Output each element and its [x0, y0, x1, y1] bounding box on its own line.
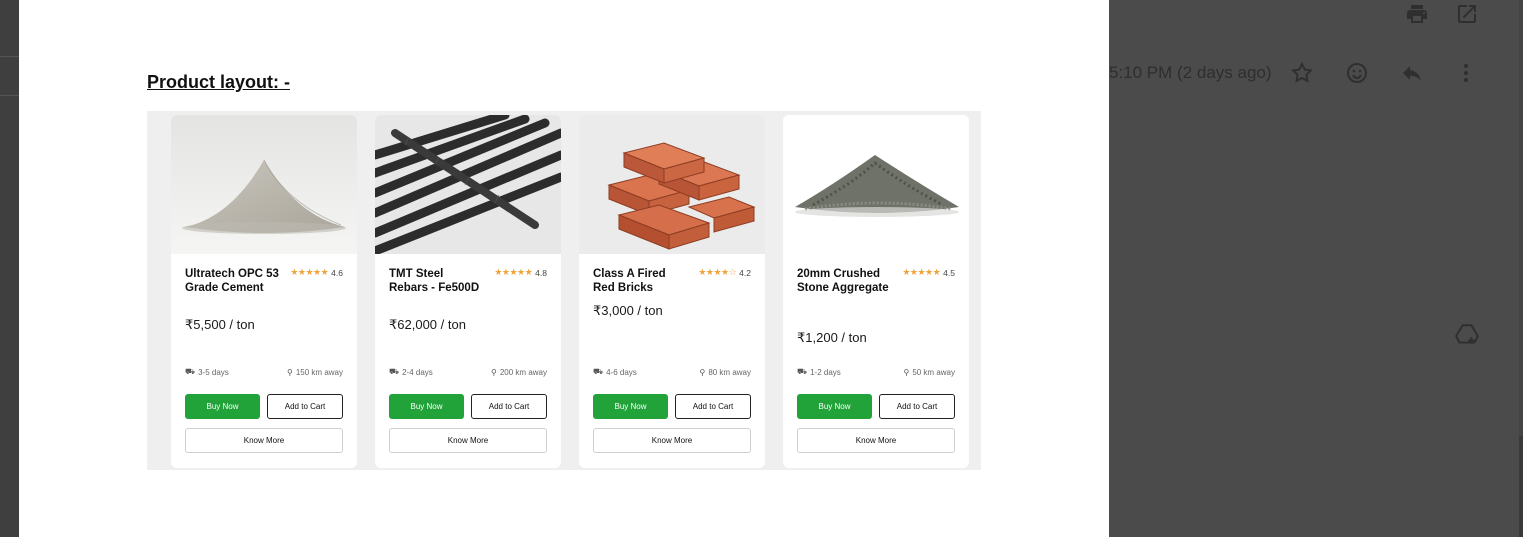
scrollbar[interactable]: [1519, 0, 1523, 537]
delivery-time: 3-5 days: [198, 367, 229, 377]
product-title: TMT Steel Rebars - Fe500D: [389, 268, 480, 294]
delivery-time: 1-2 days: [810, 367, 841, 377]
buy-now-button[interactable]: Buy Now: [797, 394, 872, 419]
product-title: 20mm Crushed Stone Aggregate: [797, 268, 889, 294]
location-pin-icon: ⚲: [903, 367, 910, 377]
left-sidebar-strip: [0, 0, 19, 537]
product-title: Ultratech OPC 53 Grade Cement: [185, 268, 279, 294]
location-pin-icon: ⚲: [491, 367, 497, 377]
product-image-rebars: [375, 115, 561, 254]
truck-icon: ⛟: [593, 367, 604, 376]
product-meta: ⛟ 4-6 days ⚲ 80 km away: [593, 367, 751, 377]
add-to-cart-button[interactable]: Add to Cart: [879, 394, 955, 419]
distance: 150 km away: [295, 367, 343, 377]
product-meta: ⛟ 1-2 days ⚲ 50 km away: [797, 367, 955, 377]
rating-value: 4.6: [331, 268, 343, 278]
reply-icon[interactable]: [1400, 61, 1424, 89]
know-more-button[interactable]: Know More: [185, 428, 343, 453]
rating-stars-icon: ★★★★★: [290, 268, 329, 278]
buy-now-button[interactable]: Buy Now: [593, 394, 668, 419]
delivery-time: 2-4 days: [402, 367, 433, 377]
product-card: Class A Fired Red Bricks ★★★★☆ 4.2 ₹3,00…: [579, 115, 765, 468]
add-to-cart-button[interactable]: Add to Cart: [471, 394, 547, 419]
rating-value: 4.8: [535, 268, 547, 278]
location-pin-icon: ⚲: [287, 367, 293, 377]
product-card: Ultratech OPC 53 Grade Cement ★★★★★ 4.6 …: [171, 115, 357, 468]
distance: 80 km away: [708, 367, 751, 377]
buy-now-button[interactable]: Buy Now: [185, 394, 260, 419]
emoji-icon[interactable]: [1345, 61, 1369, 89]
add-to-drive-icon[interactable]: [1454, 322, 1480, 352]
product-image-aggregate: [783, 115, 969, 254]
buy-now-button[interactable]: Buy Now: [389, 394, 464, 419]
rating-value: 4.2: [739, 268, 751, 278]
product-price: ₹1,200 / ton: [797, 330, 867, 345]
page-title: Product layout: -: [147, 72, 290, 92]
more-vert-icon[interactable]: [1454, 61, 1478, 89]
product-rating: ★★★★★ 4.8: [494, 268, 547, 278]
truck-icon: ⛟: [389, 367, 400, 376]
product-price: ₹5,500 / ton: [185, 317, 255, 332]
delivery-time: 4-6 days: [606, 367, 637, 377]
product-meta: ⛟ 3-5 days ⚲ 150 km away: [185, 367, 343, 377]
product-price: ₹3,000 / ton: [593, 303, 663, 318]
open-in-new-icon[interactable]: [1455, 2, 1479, 30]
add-to-cart-button[interactable]: Add to Cart: [675, 394, 751, 419]
product-image-bricks: [579, 115, 765, 254]
product-title: Class A Fired Red Bricks: [593, 268, 666, 294]
truck-icon: ⛟: [797, 367, 808, 376]
product-card: 20mm Crushed Stone Aggregate ★★★★★ 4.5 ₹…: [783, 115, 969, 468]
distance: 50 km away: [912, 367, 955, 377]
add-to-cart-button[interactable]: Add to Cart: [267, 394, 343, 419]
document-viewer: Product layout: - Ultratech OPC 53 Grade…: [19, 0, 1109, 537]
product-meta: ⛟ 2-4 days ⚲ 200 km away: [389, 367, 547, 377]
product-rating: ★★★★★ 4.5: [902, 268, 955, 278]
product-card: TMT Steel Rebars - Fe500D ★★★★★ 4.8 ₹62,…: [375, 115, 561, 468]
product-price: ₹62,000 / ton: [389, 317, 466, 332]
rating-stars-icon: ★★★★☆: [698, 268, 737, 278]
know-more-button[interactable]: Know More: [797, 428, 955, 453]
star-icon[interactable]: [1290, 61, 1314, 89]
rating-value: 4.5: [943, 268, 955, 278]
product-rating: ★★★★★ 4.6: [290, 268, 343, 278]
print-icon[interactable]: [1405, 2, 1429, 30]
received-time: 5:10 PM (2 days ago): [1109, 63, 1272, 82]
rating-stars-icon: ★★★★★: [902, 268, 941, 278]
location-pin-icon: ⚲: [699, 367, 706, 377]
truck-icon: ⛟: [185, 367, 196, 376]
product-layout-image: Ultratech OPC 53 Grade Cement ★★★★★ 4.6 …: [147, 111, 981, 470]
product-rating: ★★★★☆ 4.2: [698, 268, 751, 278]
distance: 200 km away: [499, 367, 547, 377]
know-more-button[interactable]: Know More: [593, 428, 751, 453]
know-more-button[interactable]: Know More: [389, 428, 547, 453]
rating-stars-icon: ★★★★★: [494, 268, 533, 278]
product-image-cement: [171, 115, 357, 254]
